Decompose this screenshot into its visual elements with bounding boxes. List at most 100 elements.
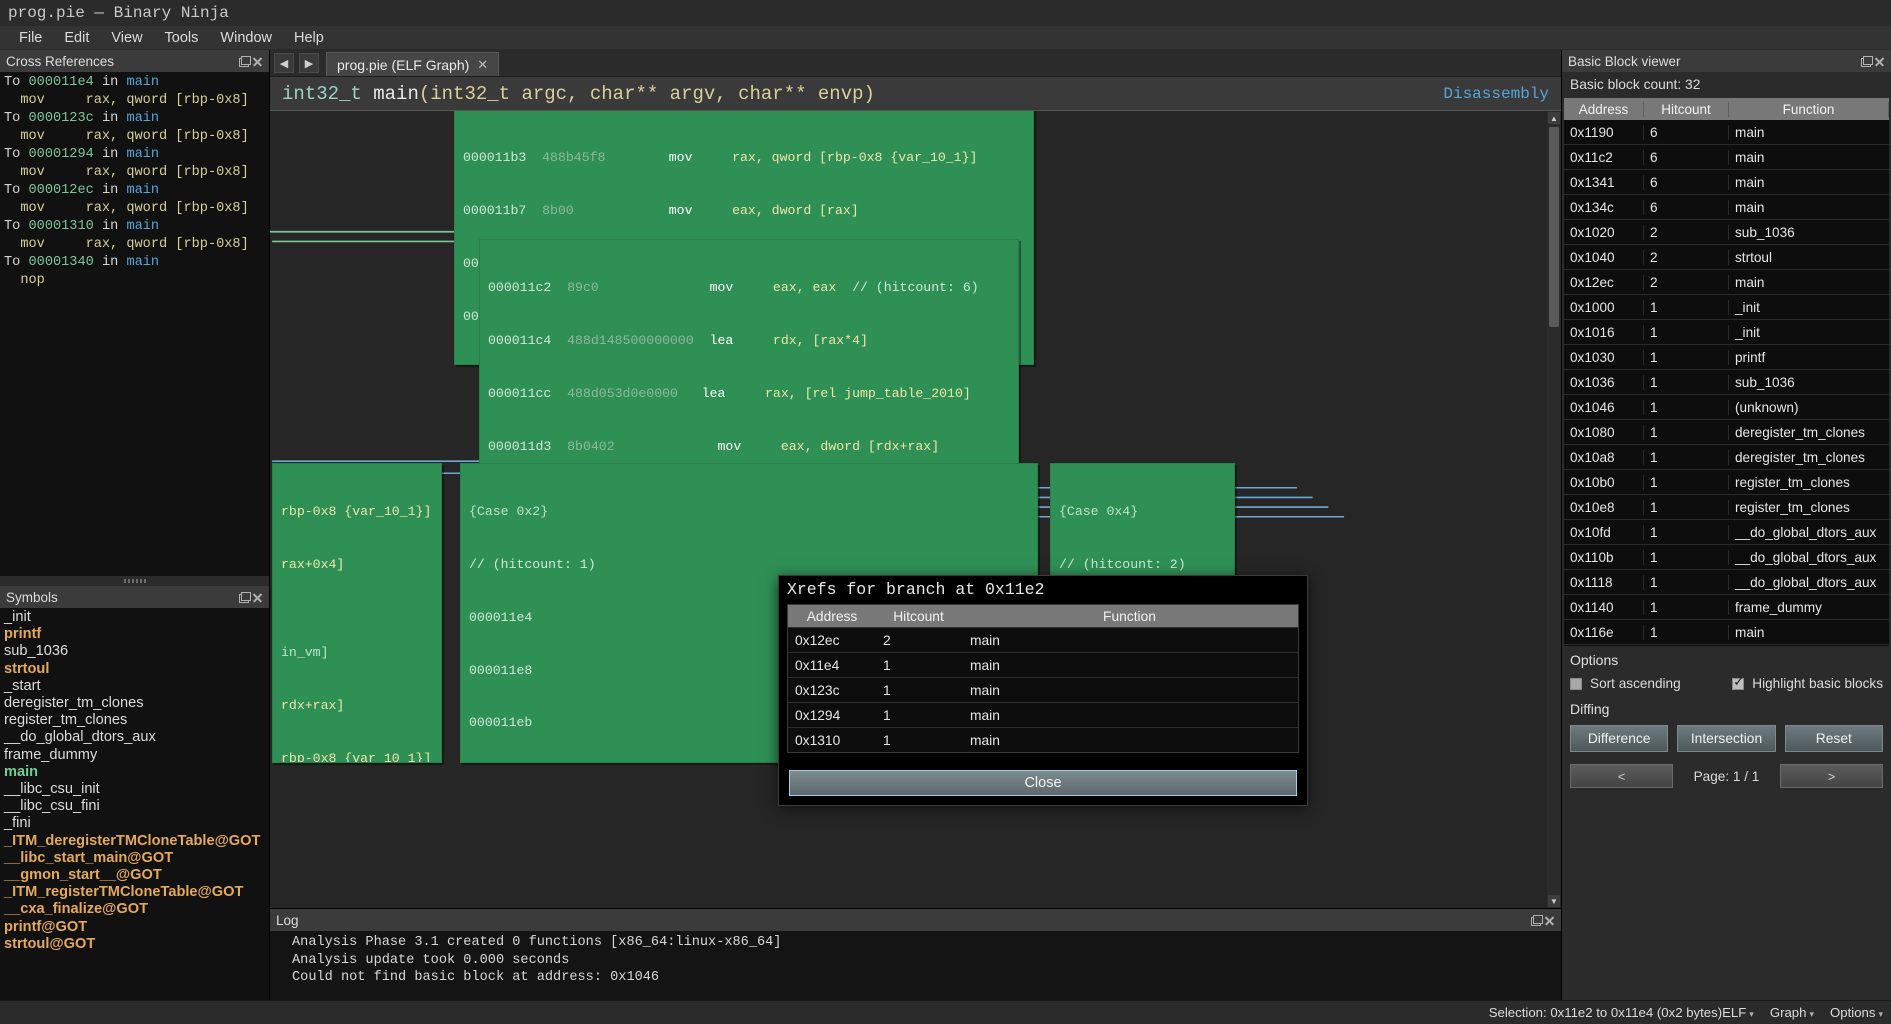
nav-forward-button[interactable]: ▶ xyxy=(299,53,319,73)
float-panel-icon[interactable] xyxy=(238,55,251,67)
symbol-list-item[interactable]: _init xyxy=(0,609,269,626)
symbol-list-item[interactable]: __libc_csu_init xyxy=(0,781,269,798)
table-row[interactable]: 0x1040 2 strtoul xyxy=(1564,245,1889,270)
sort-ascending-checkbox-icon[interactable] xyxy=(1570,677,1582,690)
table-row[interactable]: 0x1190 6 main xyxy=(1564,120,1889,145)
table-row[interactable]: 0x12ec 2 main xyxy=(788,627,1298,652)
next-page-button[interactable]: > xyxy=(1780,764,1883,788)
close-tab-icon[interactable]: ✕ xyxy=(477,57,488,73)
previous-page-button[interactable]: < xyxy=(1570,764,1673,788)
symbol-list-item[interactable]: __do_global_dtors_aux xyxy=(0,729,269,746)
table-row[interactable]: 0x1310 1 main xyxy=(788,727,1298,752)
menu-item-view[interactable]: View xyxy=(100,28,153,48)
table-row[interactable]: 0x116e 1 main xyxy=(1564,620,1889,645)
xrefs-table-body[interactable]: 0x12ec 2 main 0x11e4 1 main 0x123c 1 main 0x1294 1… xyxy=(788,627,1298,752)
scroll-up-arrow-icon[interactable]: ▲ xyxy=(1548,112,1560,124)
table-row[interactable]: 0x123c 1 main xyxy=(788,677,1298,702)
table-row[interactable]: 0x1140 1 frame_dummy xyxy=(1564,595,1889,620)
bb-column-header-hitcount[interactable]: Hitcount xyxy=(1644,101,1729,117)
xref-entry-instruction[interactable]: mov rax, qword [rbp-0x8] xyxy=(0,164,269,182)
status-options[interactable]: Options ▾ xyxy=(1830,1005,1883,1020)
graph-vertical-scrollbar[interactable]: ▲ ▼ xyxy=(1547,111,1561,908)
column-header-address[interactable]: Address xyxy=(788,609,876,624)
symbol-list-item[interactable]: frame_dummy xyxy=(0,747,269,764)
tab-prog-pie-elf-graph[interactable]: prog.pie (ELF Graph) ✕ xyxy=(326,52,500,76)
table-row[interactable]: 0x1118 1 __do_global_dtors_aux xyxy=(1564,570,1889,595)
table-row[interactable]: 0x1020 2 sub_1036 xyxy=(1564,220,1889,245)
table-row[interactable]: 0x10b0 1 register_tm_clones xyxy=(1564,470,1889,495)
view-mode-label[interactable]: Disassembly xyxy=(1443,85,1549,103)
basic-block-left-partial[interactable]: rbp-0x8 {var_10_1}] rax+0x4] in_vm] rdx+… xyxy=(272,463,442,763)
table-row[interactable]: 0x12ec 2 main xyxy=(1564,270,1889,295)
close-panel-icon[interactable] xyxy=(252,56,263,67)
nav-back-button[interactable]: ◀ xyxy=(274,53,294,73)
status-format[interactable]: ELF ▾ xyxy=(1722,1005,1754,1020)
xrefs-dialog-table[interactable]: Address Hitcount Function 0x12ec 2 main 0x1… xyxy=(787,604,1299,753)
table-row[interactable]: 0x11c2 6 main xyxy=(1564,145,1889,170)
bb-column-header-address[interactable]: Address xyxy=(1564,101,1644,117)
status-view-type[interactable]: Graph ▾ xyxy=(1770,1005,1814,1020)
float-log-icon[interactable] xyxy=(1530,914,1543,926)
close-log-icon[interactable] xyxy=(1544,915,1555,926)
menu-item-help[interactable]: Help xyxy=(283,28,335,48)
xref-entry-header[interactable]: To 0000123c in main xyxy=(0,110,269,128)
xref-entry-header[interactable]: To 000011e4 in main xyxy=(0,74,269,92)
symbol-list-item[interactable]: __libc_csu_fini xyxy=(0,798,269,815)
dock-splitter[interactable] xyxy=(0,576,269,586)
table-row[interactable]: 0x11e4 1 main xyxy=(788,652,1298,677)
xref-entry-header[interactable]: To 00001340 in main xyxy=(0,254,269,272)
xref-entry-header[interactable]: To 000012ec in main xyxy=(0,182,269,200)
table-row[interactable]: 0x1000 1 _init xyxy=(1564,295,1889,320)
table-row[interactable]: 0x10fd 1 __do_global_dtors_aux xyxy=(1564,520,1889,545)
cross-references-list[interactable]: To 000011e4 in main mov rax, qword [rbp-… xyxy=(0,72,269,576)
table-row[interactable]: 0x1030 1 printf xyxy=(1564,345,1889,370)
close-symbols-icon[interactable] xyxy=(252,592,263,603)
table-row[interactable]: 0x10a8 1 deregister_tm_clones xyxy=(1564,445,1889,470)
symbol-list-item[interactable]: register_tm_clones xyxy=(0,712,269,729)
basic-block-table-body[interactable]: 0x1190 6 main 0x11c2 6 main 0x1341 6 main 0x134c 6… xyxy=(1564,120,1889,646)
xrefs-dialog[interactable]: Xrefs for branch at 0x11e2 Address Hitco… xyxy=(778,575,1308,806)
basic-block-table[interactable]: Address Hitcount Function 0x1190 6 main 0x1… xyxy=(1564,98,1889,646)
float-bbv-icon[interactable] xyxy=(1860,55,1873,67)
symbol-list-item[interactable]: _fini xyxy=(0,815,269,832)
option-sort-ascending[interactable]: Sort ascending Highlight basic blocks xyxy=(1562,672,1891,695)
menu-item-tools[interactable]: Tools xyxy=(154,28,210,48)
symbol-list-item[interactable]: _ITM_deregisterTMCloneTable@GOT xyxy=(0,833,269,850)
close-bbv-icon[interactable] xyxy=(1874,56,1885,67)
table-row[interactable]: 0x1294 1 main xyxy=(788,702,1298,727)
reset-button[interactable]: Reset xyxy=(1784,725,1883,752)
xref-entry-instruction[interactable]: mov rax, qword [rbp-0x8] xyxy=(0,92,269,110)
scroll-down-arrow-icon[interactable]: ▼ xyxy=(1548,895,1560,907)
difference-button[interactable]: Difference xyxy=(1570,725,1669,752)
symbol-list-item[interactable]: strtoul@GOT xyxy=(0,936,269,953)
table-row[interactable]: 0x110b 1 __do_global_dtors_aux xyxy=(1564,545,1889,570)
symbol-list-item[interactable]: _ITM_registerTMCloneTable@GOT xyxy=(0,884,269,901)
symbol-list-item[interactable]: deregister_tm_clones xyxy=(0,695,269,712)
float-symbols-icon[interactable] xyxy=(238,591,251,603)
column-header-hitcount[interactable]: Hitcount xyxy=(876,609,961,624)
xref-entry-header[interactable]: To 00001310 in main xyxy=(0,218,269,236)
symbol-list-item[interactable]: printf xyxy=(0,626,269,643)
table-row[interactable]: 0x1046 1 (unknown) xyxy=(1564,395,1889,420)
graph-view[interactable]: 000011b3 488b45f8 mov rax, qword [rbp-0x… xyxy=(270,111,1561,908)
column-header-function[interactable]: Function xyxy=(961,609,1298,624)
symbol-list-item[interactable]: sub_1036 xyxy=(0,643,269,660)
symbol-list-item[interactable]: __cxa_finalize@GOT xyxy=(0,901,269,918)
scrollbar-thumb[interactable] xyxy=(1549,127,1559,327)
bb-column-header-function[interactable]: Function xyxy=(1729,101,1889,117)
symbol-list-item[interactable]: _start xyxy=(0,678,269,695)
xref-entry-header[interactable]: To 00001294 in main xyxy=(0,146,269,164)
symbol-list-item[interactable]: __gmon_start__@GOT xyxy=(0,867,269,884)
table-row[interactable]: 0x1341 6 main xyxy=(1564,170,1889,195)
intersection-button[interactable]: Intersection xyxy=(1677,725,1776,752)
table-row[interactable]: 0x10e8 1 register_tm_clones xyxy=(1564,495,1889,520)
menu-item-edit[interactable]: Edit xyxy=(53,28,100,48)
table-row[interactable]: 0x1036 1 sub_1036 xyxy=(1564,370,1889,395)
symbol-list-item[interactable]: printf@GOT xyxy=(0,919,269,936)
symbol-list-item[interactable]: __libc_start_main@GOT xyxy=(0,850,269,867)
symbol-list-item[interactable]: main xyxy=(0,764,269,781)
symbols-list[interactable]: _init printf sub_1036 strtoul _start deregist… xyxy=(0,608,269,1000)
xref-entry-instruction[interactable]: mov rax, qword [rbp-0x8] xyxy=(0,128,269,146)
menu-item-window[interactable]: Window xyxy=(209,28,283,48)
highlight-basic-blocks-checkbox-icon[interactable] xyxy=(1732,674,1745,690)
